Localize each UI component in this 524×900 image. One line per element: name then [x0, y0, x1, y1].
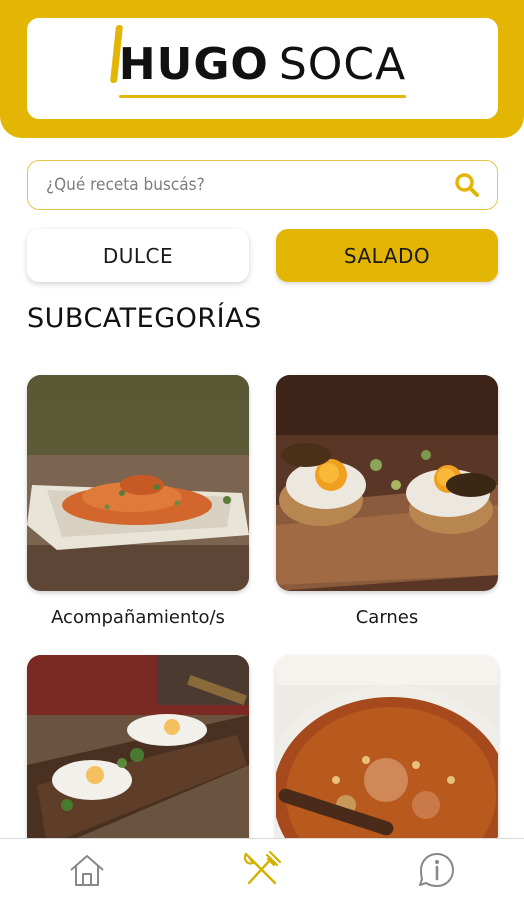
subcategory-card-acompanamientos[interactable]: Acompañamiento/s	[27, 375, 249, 628]
subcategory-card-carnes[interactable]: Carnes	[276, 375, 498, 628]
nav-recipes[interactable]	[232, 845, 292, 895]
nav-info[interactable]	[407, 845, 467, 895]
section-title: SUBCATEGORÍAS	[27, 303, 262, 334]
nav-home[interactable]	[57, 845, 117, 895]
bottom-navigation	[0, 838, 524, 900]
search-icon[interactable]	[453, 171, 481, 199]
subcategory-label[interactable]: Acompañamiento/s	[27, 607, 249, 628]
subcategory-image[interactable]	[27, 375, 249, 591]
logo-underline	[118, 95, 407, 98]
subcategory-image[interactable]	[276, 375, 498, 591]
logo-text-soca: SOCA	[278, 39, 407, 90]
tab-dulce[interactable]: DULCE	[27, 229, 249, 282]
app-header: HUGO SOCA	[0, 0, 524, 138]
logo: HUGO SOCA	[109, 25, 412, 98]
search-bar[interactable]: ¿Qué receta buscás?	[27, 160, 498, 210]
logo-container: HUGO SOCA	[27, 18, 498, 119]
home-icon[interactable]	[68, 852, 106, 888]
search-input[interactable]: ¿Qué receta buscás?	[46, 175, 453, 195]
subcategory-label[interactable]: Carnes	[276, 607, 498, 628]
info-icon[interactable]	[417, 850, 457, 890]
logo-text-hugo: HUGO	[118, 39, 269, 90]
fork-knife-icon[interactable]	[241, 849, 283, 891]
tab-salado[interactable]: SALADO	[276, 229, 498, 282]
